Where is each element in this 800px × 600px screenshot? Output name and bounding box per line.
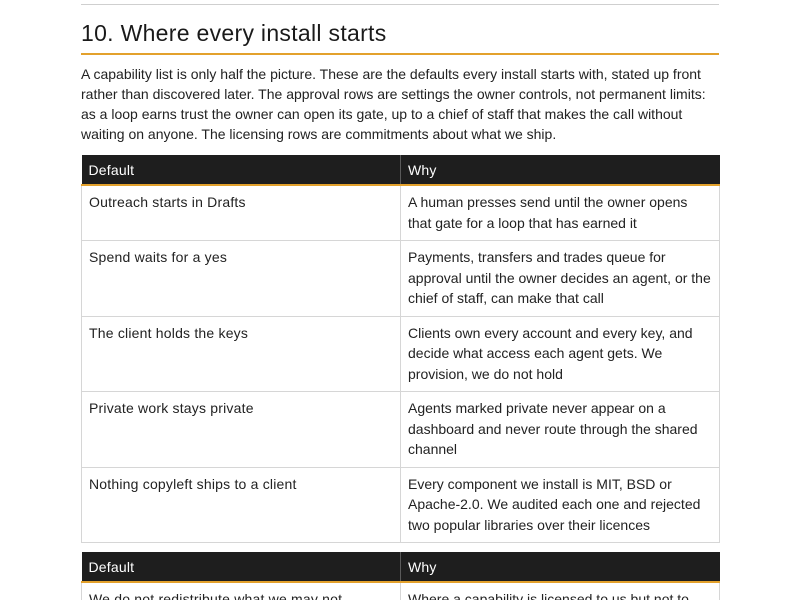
table-row: Outreach starts in Drafts A human presse… — [81, 184, 720, 241]
section-heading: 10. Where every install starts — [81, 20, 387, 46]
intro-paragraph: A capability list is only half the pictu… — [81, 66, 706, 142]
column-header-default: Default — [81, 552, 401, 583]
cell-why: Every component we install is MIT, BSD o… — [400, 466, 720, 543]
cell-why: Clients own every account and every key,… — [400, 315, 720, 392]
cell-why: Payments, transfers and trades queue for… — [400, 240, 720, 317]
table-row: We do not redistribute what we may not W… — [81, 581, 720, 600]
table-row: Spend waits for a yes Payments, transfer… — [81, 240, 720, 317]
table-row: Private work stays private Agents marked… — [81, 391, 720, 468]
table-header-row: Default Why — [81, 552, 720, 583]
defaults-table: Default Why Outreach starts in Drafts A … — [81, 155, 720, 543]
cell-why: Where a capability is licensed to us but… — [400, 581, 720, 600]
cell-default: The client holds the keys — [81, 315, 401, 392]
cell-why: A human presses send until the owner ope… — [400, 184, 720, 241]
column-header-default: Default — [81, 155, 401, 186]
table-row: The client holds the keys Clients own ev… — [81, 315, 720, 392]
heading-underline — [81, 53, 719, 55]
cell-why: Agents marked private never appear on a … — [400, 391, 720, 468]
licensing-table: Default Why We do not redistribute what … — [81, 552, 720, 600]
cell-default: Private work stays private — [81, 391, 401, 468]
top-divider — [81, 4, 719, 5]
table-row: Nothing copyleft ships to a client Every… — [81, 466, 720, 543]
cell-default: Spend waits for a yes — [81, 240, 401, 317]
column-header-why: Why — [400, 155, 720, 186]
cell-default: Outreach starts in Drafts — [81, 184, 401, 241]
cell-default: Nothing copyleft ships to a client — [81, 466, 401, 543]
column-header-why: Why — [400, 552, 720, 583]
table-header-row: Default Why — [81, 155, 720, 186]
cell-default: We do not redistribute what we may not — [81, 581, 401, 600]
